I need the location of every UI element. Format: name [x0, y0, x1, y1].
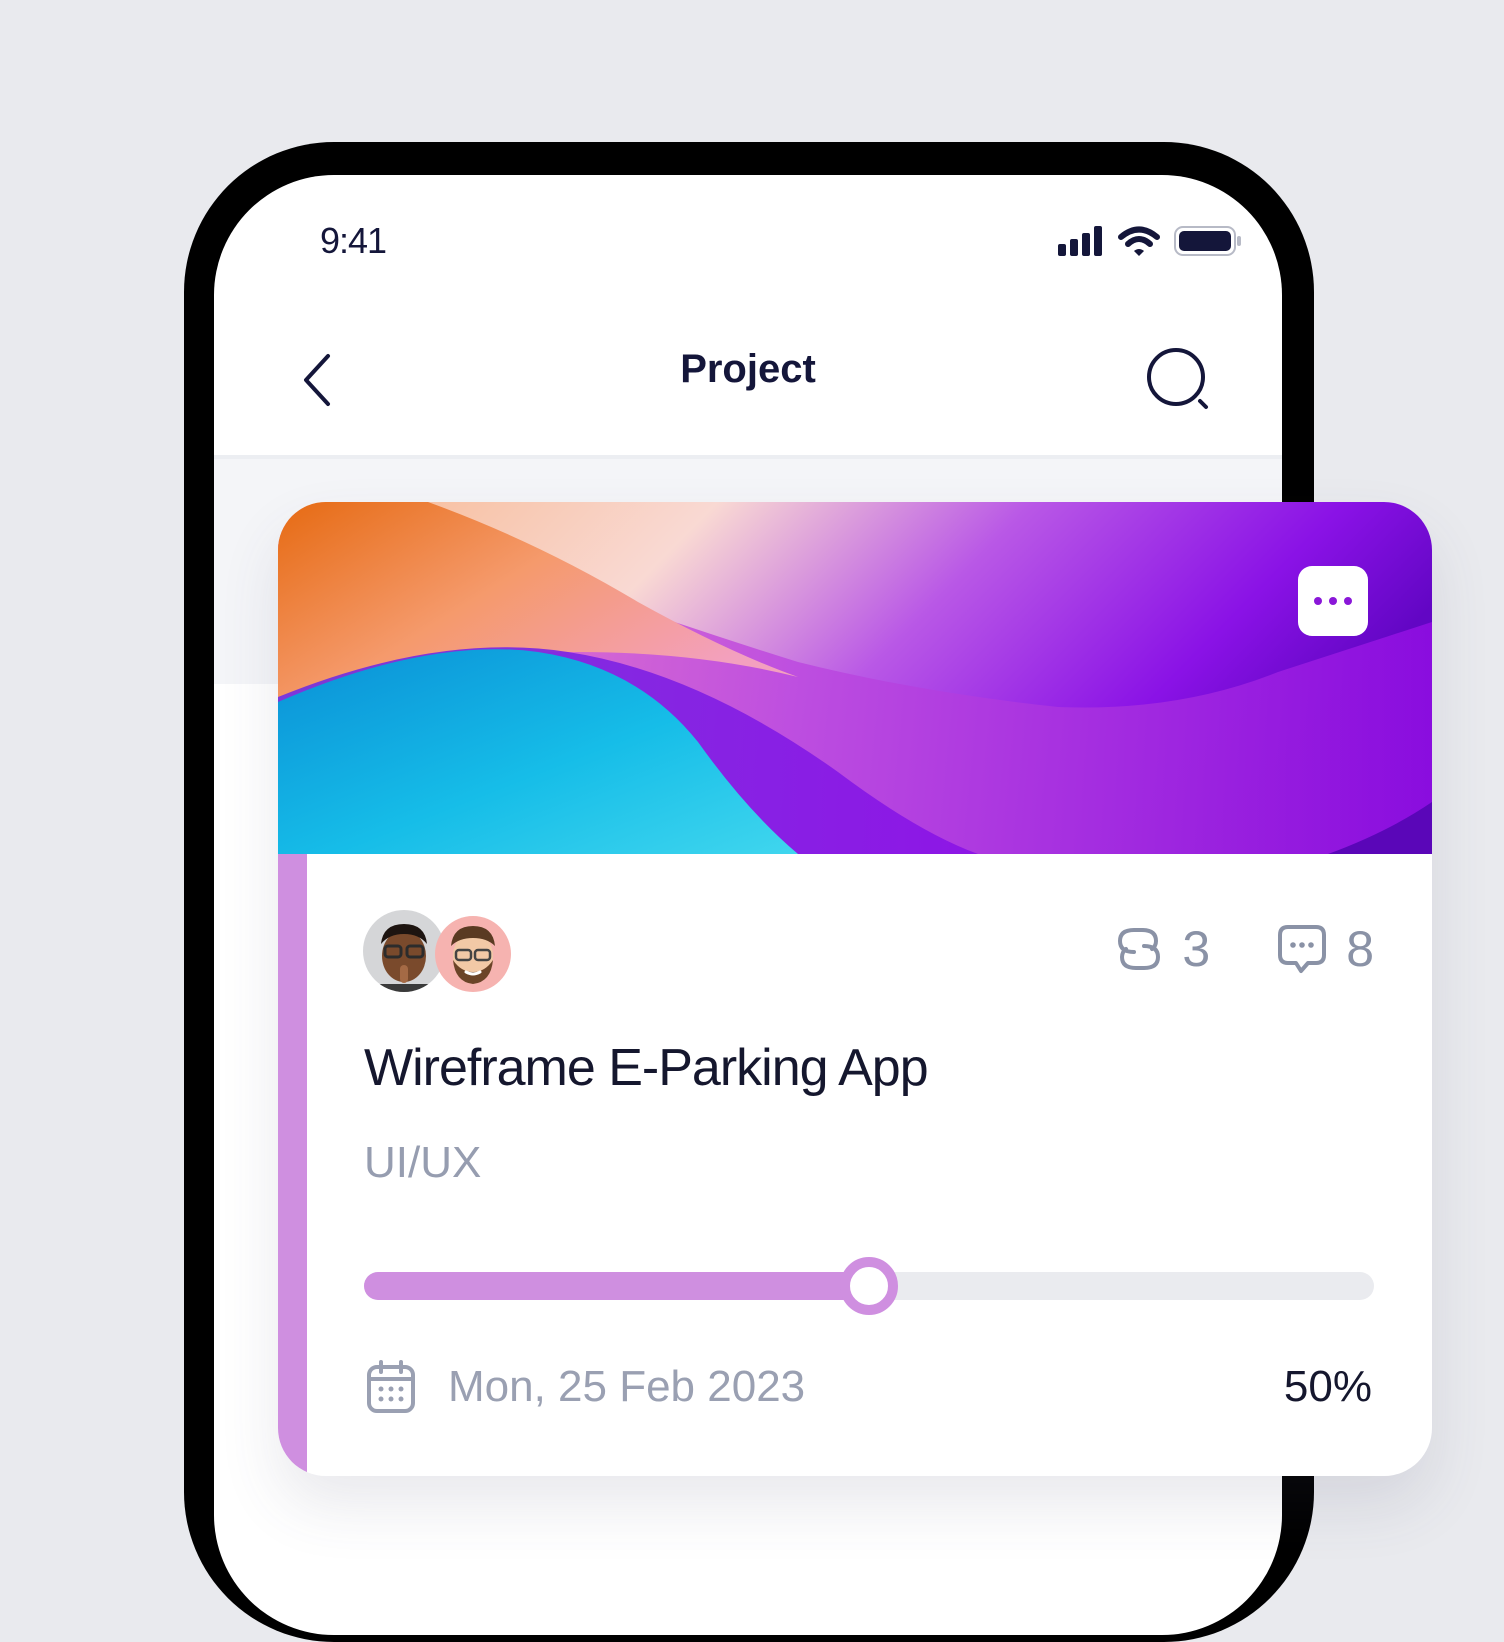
more-options-button[interactable] — [1298, 566, 1368, 636]
project-card[interactable]: 3 8 Wireframe E-Parking App UI/UX Mon, 2… — [278, 502, 1432, 1476]
calendar-icon — [367, 1360, 415, 1413]
due-date: Mon, 25 Feb 2023 — [366, 1360, 805, 1414]
project-title: Wireframe E-Parking App — [364, 1039, 929, 1097]
comments-count[interactable]: 8 — [1274, 920, 1374, 978]
member-avatars — [363, 910, 523, 996]
progress-bar — [364, 1257, 1374, 1315]
status-icons — [1058, 225, 1242, 257]
search-icon — [1147, 348, 1208, 409]
progress-thumb[interactable] — [840, 1257, 898, 1315]
progress-fill — [364, 1272, 869, 1300]
wifi-icon — [1118, 226, 1160, 256]
status-time: 9:41 — [320, 220, 387, 261]
search-button[interactable] — [1144, 345, 1214, 415]
attachments-count[interactable]: 3 — [1112, 920, 1210, 978]
card-meta: 3 8 — [1112, 920, 1374, 978]
signal-icon — [1058, 226, 1102, 256]
avatar[interactable] — [435, 916, 511, 992]
comment-icon — [1278, 925, 1327, 973]
battery-icon — [1174, 226, 1241, 256]
link-icon — [1118, 928, 1161, 970]
card-cover-image — [278, 502, 1432, 854]
due-date-text: Mon, 25 Feb 2023 — [448, 1362, 806, 1411]
page-title: Project — [680, 347, 816, 391]
progress-percent: 50% — [1283, 1362, 1372, 1411]
avatar[interactable] — [363, 910, 445, 992]
project-category: UI/UX — [364, 1138, 482, 1187]
more-horizontal-icon — [1314, 597, 1322, 605]
